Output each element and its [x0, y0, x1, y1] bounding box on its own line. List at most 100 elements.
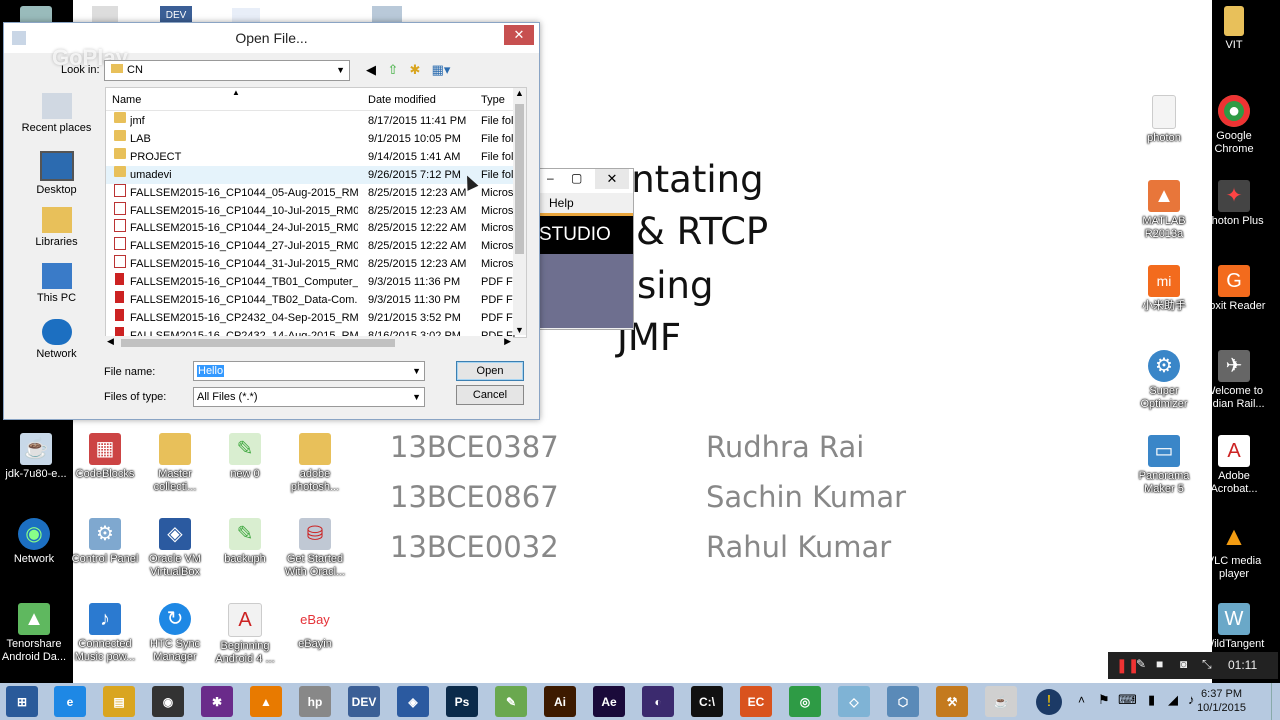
column-type[interactable]: Type	[481, 94, 505, 106]
hp-icon[interactable]: hp	[299, 686, 331, 717]
place-desktop[interactable]: Desktop	[9, 151, 104, 196]
close-button[interactable]: ✕	[504, 25, 534, 45]
place-network[interactable]: Network	[9, 319, 104, 360]
desktop-icon[interactable]: ⚙ Super Optimizer	[1126, 350, 1202, 411]
desktop-icon[interactable]: ◈ Oracle VM VirtualBox	[137, 518, 213, 579]
clock[interactable]: 6:37 PM 10/1/2015	[1197, 687, 1246, 715]
virtualbox-icon[interactable]: ◈	[397, 686, 429, 717]
place-libraries[interactable]: Libraries	[9, 207, 104, 248]
scrollbar-thumb[interactable]	[515, 104, 524, 254]
scroll-right-icon[interactable]: ▶	[504, 336, 511, 347]
camera-icon[interactable]: ◙	[1180, 657, 1187, 671]
desktop-icon[interactable]: ▦ CodeBlocks	[67, 433, 143, 481]
background-window-titlebar[interactable]: – ▢ ✕	[531, 169, 633, 193]
desktop-icon[interactable]: ✎ backuph	[207, 518, 283, 566]
desktop-icon[interactable]: A Adobe Acrobat...	[1196, 435, 1272, 496]
file-row[interactable]: FALLSEM2015-16_CP1044_10-Jul-2015_RM0...…	[106, 201, 514, 220]
paint-icon[interactable]: ✱	[201, 686, 233, 717]
scroll-left-icon[interactable]: ◀	[107, 336, 114, 347]
place-this-pc[interactable]: This PC	[9, 263, 104, 304]
desktop-icon[interactable]: adobe photosh...	[277, 433, 353, 494]
file-row[interactable]: FALLSEM2015-16_CP1044_TB01_Computer_... 9…	[106, 273, 515, 291]
back-icon[interactable]: ◀	[362, 61, 380, 79]
explorer-icon[interactable]: ▤	[103, 686, 135, 717]
volume-icon[interactable]: ♪	[1188, 692, 1195, 707]
desktop-icon[interactable]: ◉ Network	[0, 518, 72, 566]
desktop-icon[interactable]: ⛁ Get Started With Oracl...	[277, 518, 353, 579]
flag-icon[interactable]: ⚑	[1098, 692, 1110, 708]
stop-icon[interactable]: ■	[1156, 657, 1163, 671]
tool-icon[interactable]: ⚒	[936, 686, 968, 717]
view-menu-icon[interactable]: ▦▾	[428, 61, 454, 79]
horizontal-scrollbar[interactable]: ◀ ▶	[105, 336, 513, 350]
desktop-icon[interactable]: Master collecti...	[137, 433, 213, 494]
desktop-icon[interactable]: ✈ Welcome to Indian Rail...	[1196, 350, 1272, 411]
file-row[interactable]: FALLSEM2015-16_CP1044_31-Jul-2015_RM0...…	[106, 255, 514, 273]
desktop-icon[interactable]: ♪ Connected Music pow...	[67, 603, 143, 664]
chevron-down-icon[interactable]: ▼	[412, 362, 421, 380]
desktop-icon[interactable]: G Foxit Reader	[1196, 265, 1272, 313]
chevron-up-icon[interactable]: ˄	[1078, 693, 1085, 707]
photoshop-icon[interactable]: Ps	[446, 686, 478, 717]
scroll-down-icon[interactable]: ▼	[515, 325, 524, 335]
look-in-combo[interactable]: CN ▼	[104, 60, 350, 81]
desktop-icon[interactable]: eBay eBayin	[277, 603, 353, 651]
chevron-down-icon[interactable]: ▼	[412, 388, 421, 406]
chevron-down-icon[interactable]: ▼	[336, 61, 345, 80]
update-warning-icon[interactable]: !	[1036, 689, 1062, 715]
notepad-plus-icon[interactable]: ✎	[495, 686, 527, 717]
desktop-icon[interactable]: ✎ new 0	[207, 433, 283, 481]
resize-icon[interactable]: ⤡	[1202, 657, 1212, 672]
file-row[interactable]: FALLSEM2015-16_CP1044_TB02_Data-Com... 9/…	[106, 291, 515, 309]
file-row[interactable]: FALLSEM2015-16_CP1044_05-Aug-2015_RM... 8…	[106, 183, 514, 202]
vlc-icon[interactable]: ▲	[250, 686, 282, 717]
cmd-icon[interactable]: C:\	[691, 686, 723, 717]
desktop-icon[interactable]: mi 小米助手	[1126, 265, 1202, 313]
eclipse-ide-icon[interactable]: EC	[740, 686, 772, 717]
file-row[interactable]: jmf 8/17/2015 11:41 PM File fol	[106, 112, 514, 130]
desktop-icon[interactable]: ▭ Panorama Maker 5	[1126, 435, 1202, 496]
cube-icon[interactable]: ⬡	[887, 686, 919, 717]
open-file-dialog[interactable]: Open File... ✕ GoPlay Look in: CN ▼ ◀ ⇧ …	[3, 22, 540, 420]
desktop-icon-vit[interactable]: VIT	[1196, 6, 1272, 52]
cancel-button[interactable]: Cancel	[456, 385, 524, 405]
desktop-icon[interactable]: ▲ VLC media player	[1196, 520, 1272, 581]
desktop-icon[interactable]: W WildTangent	[1196, 603, 1272, 651]
show-desktop-button[interactable]	[1271, 683, 1280, 720]
desktop-icon[interactable]: ▲ MATLAB R2013a	[1126, 180, 1202, 241]
new-folder-icon[interactable]: ✱	[406, 61, 424, 79]
minimize-icon[interactable]: –	[547, 171, 554, 185]
desktop-icon[interactable]: ▲ Tenorshare Android Da...	[0, 603, 72, 664]
open-button[interactable]: Open	[456, 361, 524, 381]
devcpp-icon[interactable]: DEV	[348, 686, 380, 717]
battery-icon[interactable]: ▮	[1148, 692, 1155, 708]
desktop-icon[interactable]: photon	[1126, 95, 1202, 145]
desktop-icon[interactable]: ● Google Chrome	[1196, 95, 1272, 156]
desktop-icon[interactable]: ✦ Photon Plus	[1196, 180, 1272, 228]
network-status-icon[interactable]: ◢	[1168, 692, 1178, 708]
close-icon[interactable]: ✕	[595, 169, 629, 189]
java-icon[interactable]: ☕	[985, 686, 1017, 717]
desktop-icon[interactable]: ↻ HTC Sync Manager	[137, 603, 213, 664]
desktop-icon[interactable]: ☕ jdk-7u80-e...	[0, 433, 74, 481]
maximize-icon[interactable]: ▢	[571, 171, 582, 185]
file-row[interactable]: FALLSEM2015-16_CP2432_04-Sep-2015_RM0...…	[106, 308, 515, 327]
file-row[interactable]: umadevi 9/26/2015 7:12 PM File fol	[106, 165, 514, 184]
scrollbar-thumb[interactable]	[121, 339, 395, 347]
background-app-window[interactable]: – ▢ ✕ er Help STUDIO	[523, 168, 634, 330]
keyboard-icon[interactable]: ⌨	[1118, 692, 1137, 708]
desktop-icon[interactable]: A Beginning Android 4 ...	[207, 603, 283, 666]
place-recent[interactable]: Recent places	[9, 93, 104, 134]
file-list[interactable]: Name Date modified Type ▲ jmf 8/17/2015 1…	[105, 87, 527, 338]
scroll-up-icon[interactable]: ▲	[515, 88, 524, 98]
chrome-icon[interactable]: ◎	[789, 686, 821, 717]
column-date-modified[interactable]: Date modified	[368, 94, 436, 106]
vertical-scrollbar[interactable]: ▲ ▼	[513, 88, 526, 335]
file-name-input[interactable]: Hello ▼	[193, 361, 425, 381]
column-name[interactable]: Name	[112, 94, 141, 106]
media-icon[interactable]: ◉	[152, 686, 184, 717]
after-effects-icon[interactable]: Ae	[593, 686, 625, 717]
desktop-icon[interactable]: ⚙ Control Panel	[67, 518, 143, 566]
screen-recorder-bar[interactable]: ❚❚ ✎ ■ ◙ ⤡ 01:11	[1108, 652, 1278, 679]
ie-icon[interactable]: e	[54, 686, 86, 717]
